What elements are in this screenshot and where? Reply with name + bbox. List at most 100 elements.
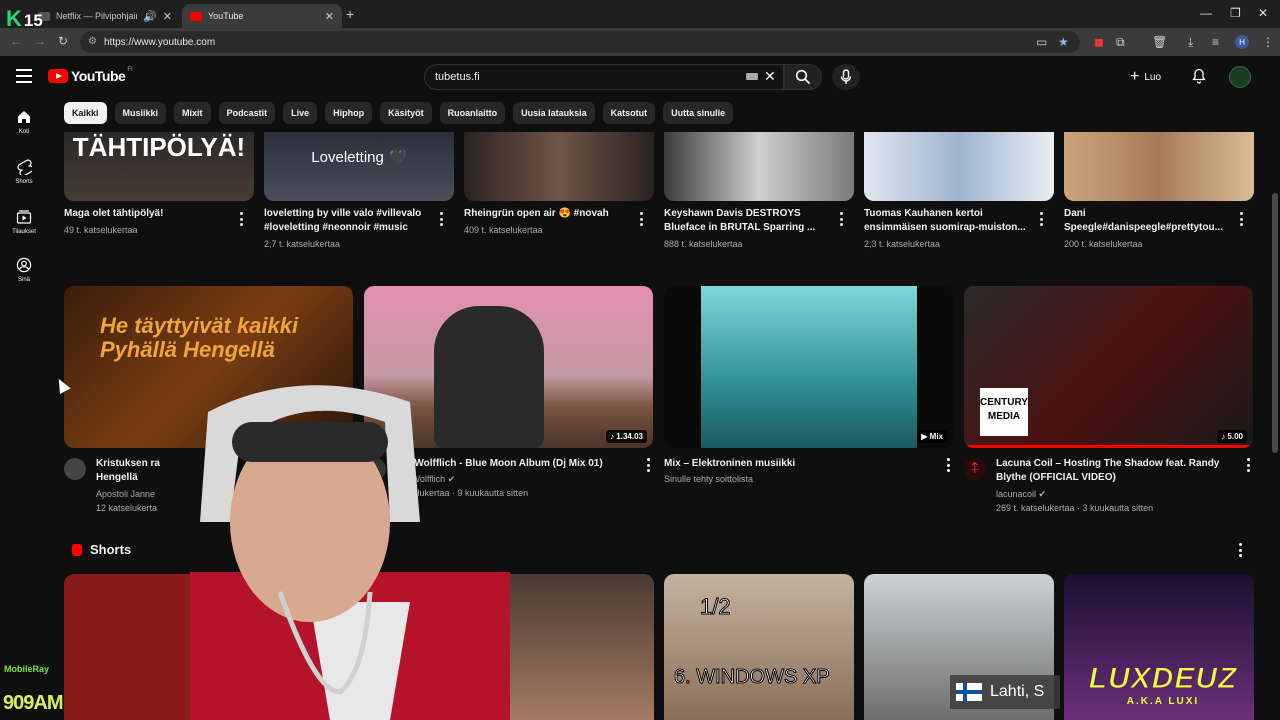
- search-button[interactable]: [784, 64, 822, 90]
- voice-search-button[interactable]: [832, 64, 860, 90]
- video-thumbnail[interactable]: [464, 132, 654, 201]
- url-text: https://www.youtube.com: [104, 36, 216, 48]
- keyboard-icon[interactable]: [746, 73, 758, 80]
- search-input[interactable]: tubetus.fi: [424, 64, 784, 90]
- media-control-icon[interactable]: ≡: [1212, 35, 1219, 49]
- radio-time: 909AM: [3, 692, 63, 714]
- channel-name[interactable]: Apostoli Janne: [96, 487, 155, 501]
- reload-icon[interactable]: ↻: [58, 34, 68, 48]
- restore-icon[interactable]: ❐: [1230, 6, 1241, 20]
- extensions-puzzle-icon[interactable]: ⧉: [1116, 35, 1125, 50]
- chip-podcastit[interactable]: Podcastit: [218, 102, 276, 124]
- video-thumbnail[interactable]: TÄHTIPÖLYÄ!: [64, 132, 254, 201]
- close-window-icon[interactable]: ✕: [1258, 6, 1268, 20]
- hair: [232, 422, 388, 462]
- chip-musiikki[interactable]: Musiikki: [114, 102, 167, 124]
- sidebar-item-home[interactable]: Koti: [0, 108, 48, 148]
- sidebar-item-subscriptions[interactable]: Tilaukset: [0, 208, 48, 248]
- trash-icon[interactable]: 🗑: [1152, 35, 1167, 49]
- scrollbar-thumb[interactable]: [1272, 193, 1278, 453]
- thumbnail-text: Loveletting 🖤: [311, 149, 407, 166]
- tab-label: YouTube: [208, 11, 244, 21]
- shorts-title: Shorts: [90, 542, 132, 557]
- video-thumbnail[interactable]: Loveletting 🖤: [264, 132, 454, 201]
- tab-youtube[interactable]: YouTube ✕: [182, 4, 342, 28]
- sidebar-item-shorts[interactable]: Shorts: [0, 158, 48, 198]
- chip-uusia-latauksia[interactable]: Uusia latauksia: [513, 102, 595, 124]
- luxdeuz-logo: LUXDEUZ A.K.A LUXI: [1088, 662, 1238, 708]
- playlist-title[interactable]: Mix – Elektroninen musiikki: [664, 457, 934, 471]
- filter-chips: Kaikki Musiikki Mixit Podcastit Live Hip…: [64, 102, 734, 124]
- page-scrollbar[interactable]: [1272, 98, 1278, 720]
- video-title[interactable]: Rheingrün open air 😍 #novah: [464, 207, 632, 221]
- short-overlay-text: 6. WINDOWS XP: [674, 666, 831, 689]
- more-options-icon[interactable]: [839, 212, 843, 226]
- new-tab-icon[interactable]: +: [346, 6, 354, 22]
- url-field[interactable]: ⚙ https://www.youtube.com: [80, 31, 1080, 53]
- account-avatar[interactable]: [1229, 66, 1251, 88]
- minimize-icon[interactable]: —: [1200, 6, 1212, 20]
- chip-kasityot[interactable]: Käsityöt: [380, 102, 432, 124]
- more-options-icon[interactable]: [1238, 543, 1242, 557]
- video-meta: 269 t. katselukertaa · 3 kuukautta sitte…: [996, 503, 1154, 513]
- back-icon[interactable]: ←: [10, 34, 22, 48]
- close-tab-icon[interactable]: ✕: [163, 10, 172, 23]
- browser-menu-icon[interactable]: ⋮: [1262, 35, 1274, 49]
- channel-name[interactable]: lacunacoil ✔: [996, 487, 1046, 501]
- more-options-icon[interactable]: [439, 212, 443, 226]
- video-title[interactable]: loveletting by ville valo #villevalo #lov…: [264, 207, 432, 235]
- cast-icon[interactable]: ▭: [1036, 35, 1047, 49]
- channel-avatar[interactable]: [64, 458, 86, 480]
- video-thumbnail[interactable]: CENTURY MEDIA ♪ 5.00: [964, 286, 1253, 448]
- chip-uutta-sinulle[interactable]: Uutta sinulle: [663, 102, 734, 124]
- more-options-icon[interactable]: [1246, 458, 1250, 472]
- video-thumbnail[interactable]: [664, 132, 854, 201]
- video-thumbnail[interactable]: [1064, 132, 1254, 201]
- close-tab-icon[interactable]: ✕: [325, 10, 334, 23]
- chip-ruoanlaitto[interactable]: Ruoanlaitto: [439, 102, 506, 124]
- mini-sidebar: Koti Shorts Tilaukset Sinä: [0, 98, 48, 720]
- tab-netflix[interactable]: Netflix — Pilvipohjainen su 🔊 ✕: [30, 4, 180, 28]
- video-title[interactable]: Tuomas Kauhanen kertoi ensimmäisen suomir…: [864, 207, 1032, 235]
- browser-tab-bar: Netflix — Pilvipohjainen su 🔊 ✕ YouTube …: [0, 0, 1280, 28]
- notifications-bell-icon[interactable]: [1192, 68, 1206, 84]
- youtube-play-icon: [48, 69, 68, 83]
- short-thumbnail[interactable]: 1/2 6. WINDOWS XP: [664, 574, 854, 720]
- playlist-subtitle: Sinulle tehty soittolista: [664, 474, 754, 484]
- profile-avatar[interactable]: H: [1235, 35, 1249, 49]
- bookmark-star-icon[interactable]: ★: [1058, 35, 1069, 49]
- more-options-icon[interactable]: [946, 458, 950, 472]
- speaker-icon[interactable]: 🔊: [143, 10, 157, 23]
- playlist-thumbnail[interactable]: ▶ Mix: [664, 286, 953, 448]
- more-options-icon[interactable]: [1239, 212, 1243, 226]
- chip-mixit[interactable]: Mixit: [174, 102, 211, 124]
- sidebar-item-label: Koti: [18, 129, 30, 135]
- extension-icon[interactable]: ◼: [1094, 35, 1104, 49]
- clear-search-icon[interactable]: ✕: [764, 68, 776, 85]
- video-title[interactable]: Dani Speegle#danispeegle#prettytou...: [1064, 207, 1232, 235]
- chip-live[interactable]: Live: [283, 102, 318, 124]
- shorts-icon: [15, 158, 33, 176]
- youtube-logo[interactable]: YouTube FI: [48, 67, 133, 84]
- chip-katsotut[interactable]: Katsotut: [602, 102, 656, 124]
- more-options-icon[interactable]: [646, 458, 650, 472]
- more-options-icon[interactable]: [639, 212, 643, 226]
- create-button[interactable]: + Luo: [1130, 67, 1161, 87]
- site-info-icon[interactable]: ⚙: [88, 36, 97, 47]
- channel-avatar[interactable]: ⍏: [964, 458, 986, 480]
- more-options-icon[interactable]: [1039, 212, 1043, 226]
- youtube-header: YouTube FI tubetus.fi ✕ + Luo: [0, 56, 1280, 98]
- download-icon[interactable]: ⤓: [1188, 35, 1193, 50]
- mix-badge: ▶ Mix: [917, 430, 947, 443]
- hamburger-menu-icon[interactable]: [16, 69, 32, 83]
- sidebar-item-label: Tilaukset: [12, 229, 36, 235]
- forward-icon[interactable]: →: [34, 34, 46, 48]
- video-title[interactable]: Lacuna Coil – Hosting The Shadow feat. R…: [996, 457, 1236, 485]
- video-title[interactable]: Keyshawn Davis DESTROYS Blueface in BRUTA…: [664, 207, 832, 235]
- video-title[interactable]: Maga olet tähtipölyä!: [64, 207, 232, 221]
- sidebar-item-you[interactable]: Sinä: [0, 256, 48, 296]
- video-thumbnail[interactable]: [864, 132, 1054, 201]
- chip-hiphop[interactable]: Hiphop: [325, 102, 373, 124]
- more-options-icon[interactable]: [239, 212, 243, 226]
- chip-kaikki[interactable]: Kaikki: [64, 102, 107, 124]
